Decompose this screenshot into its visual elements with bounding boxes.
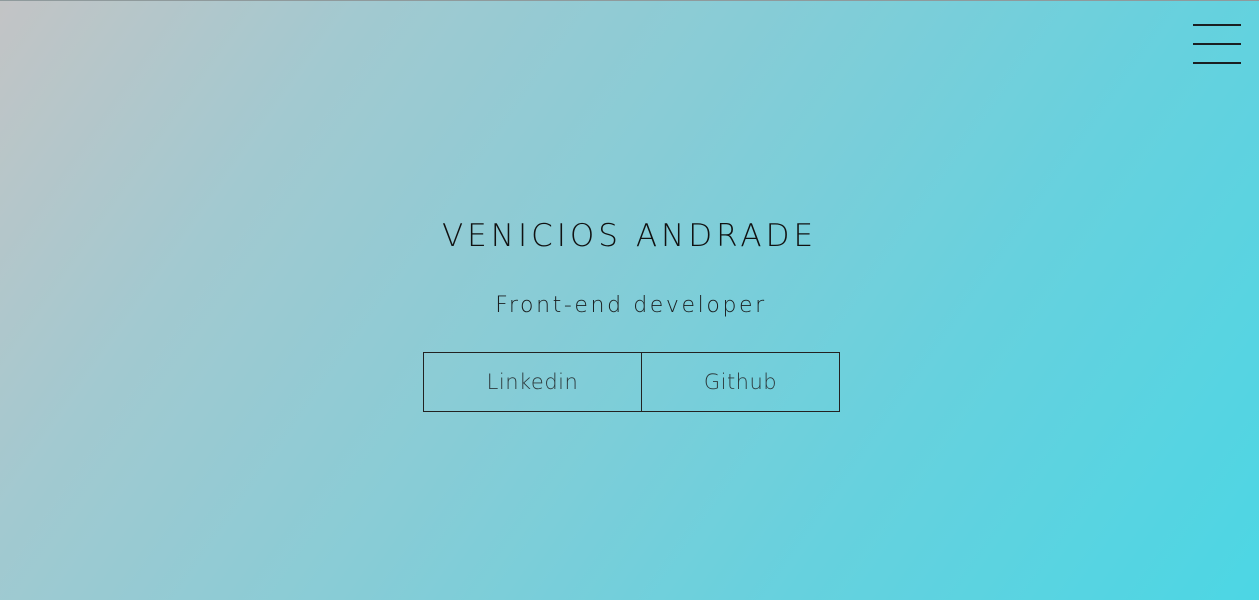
page-title: VENICIOS ANDRADE bbox=[441, 218, 818, 254]
hero-section: VENICIOS ANDRADE Front-end developer Lin… bbox=[0, 0, 1259, 600]
github-button[interactable]: Github bbox=[641, 352, 840, 412]
linkedin-button[interactable]: Linkedin bbox=[423, 352, 642, 412]
job-title: Front-end developer bbox=[495, 293, 767, 318]
social-links: Linkedin Github bbox=[423, 352, 840, 412]
